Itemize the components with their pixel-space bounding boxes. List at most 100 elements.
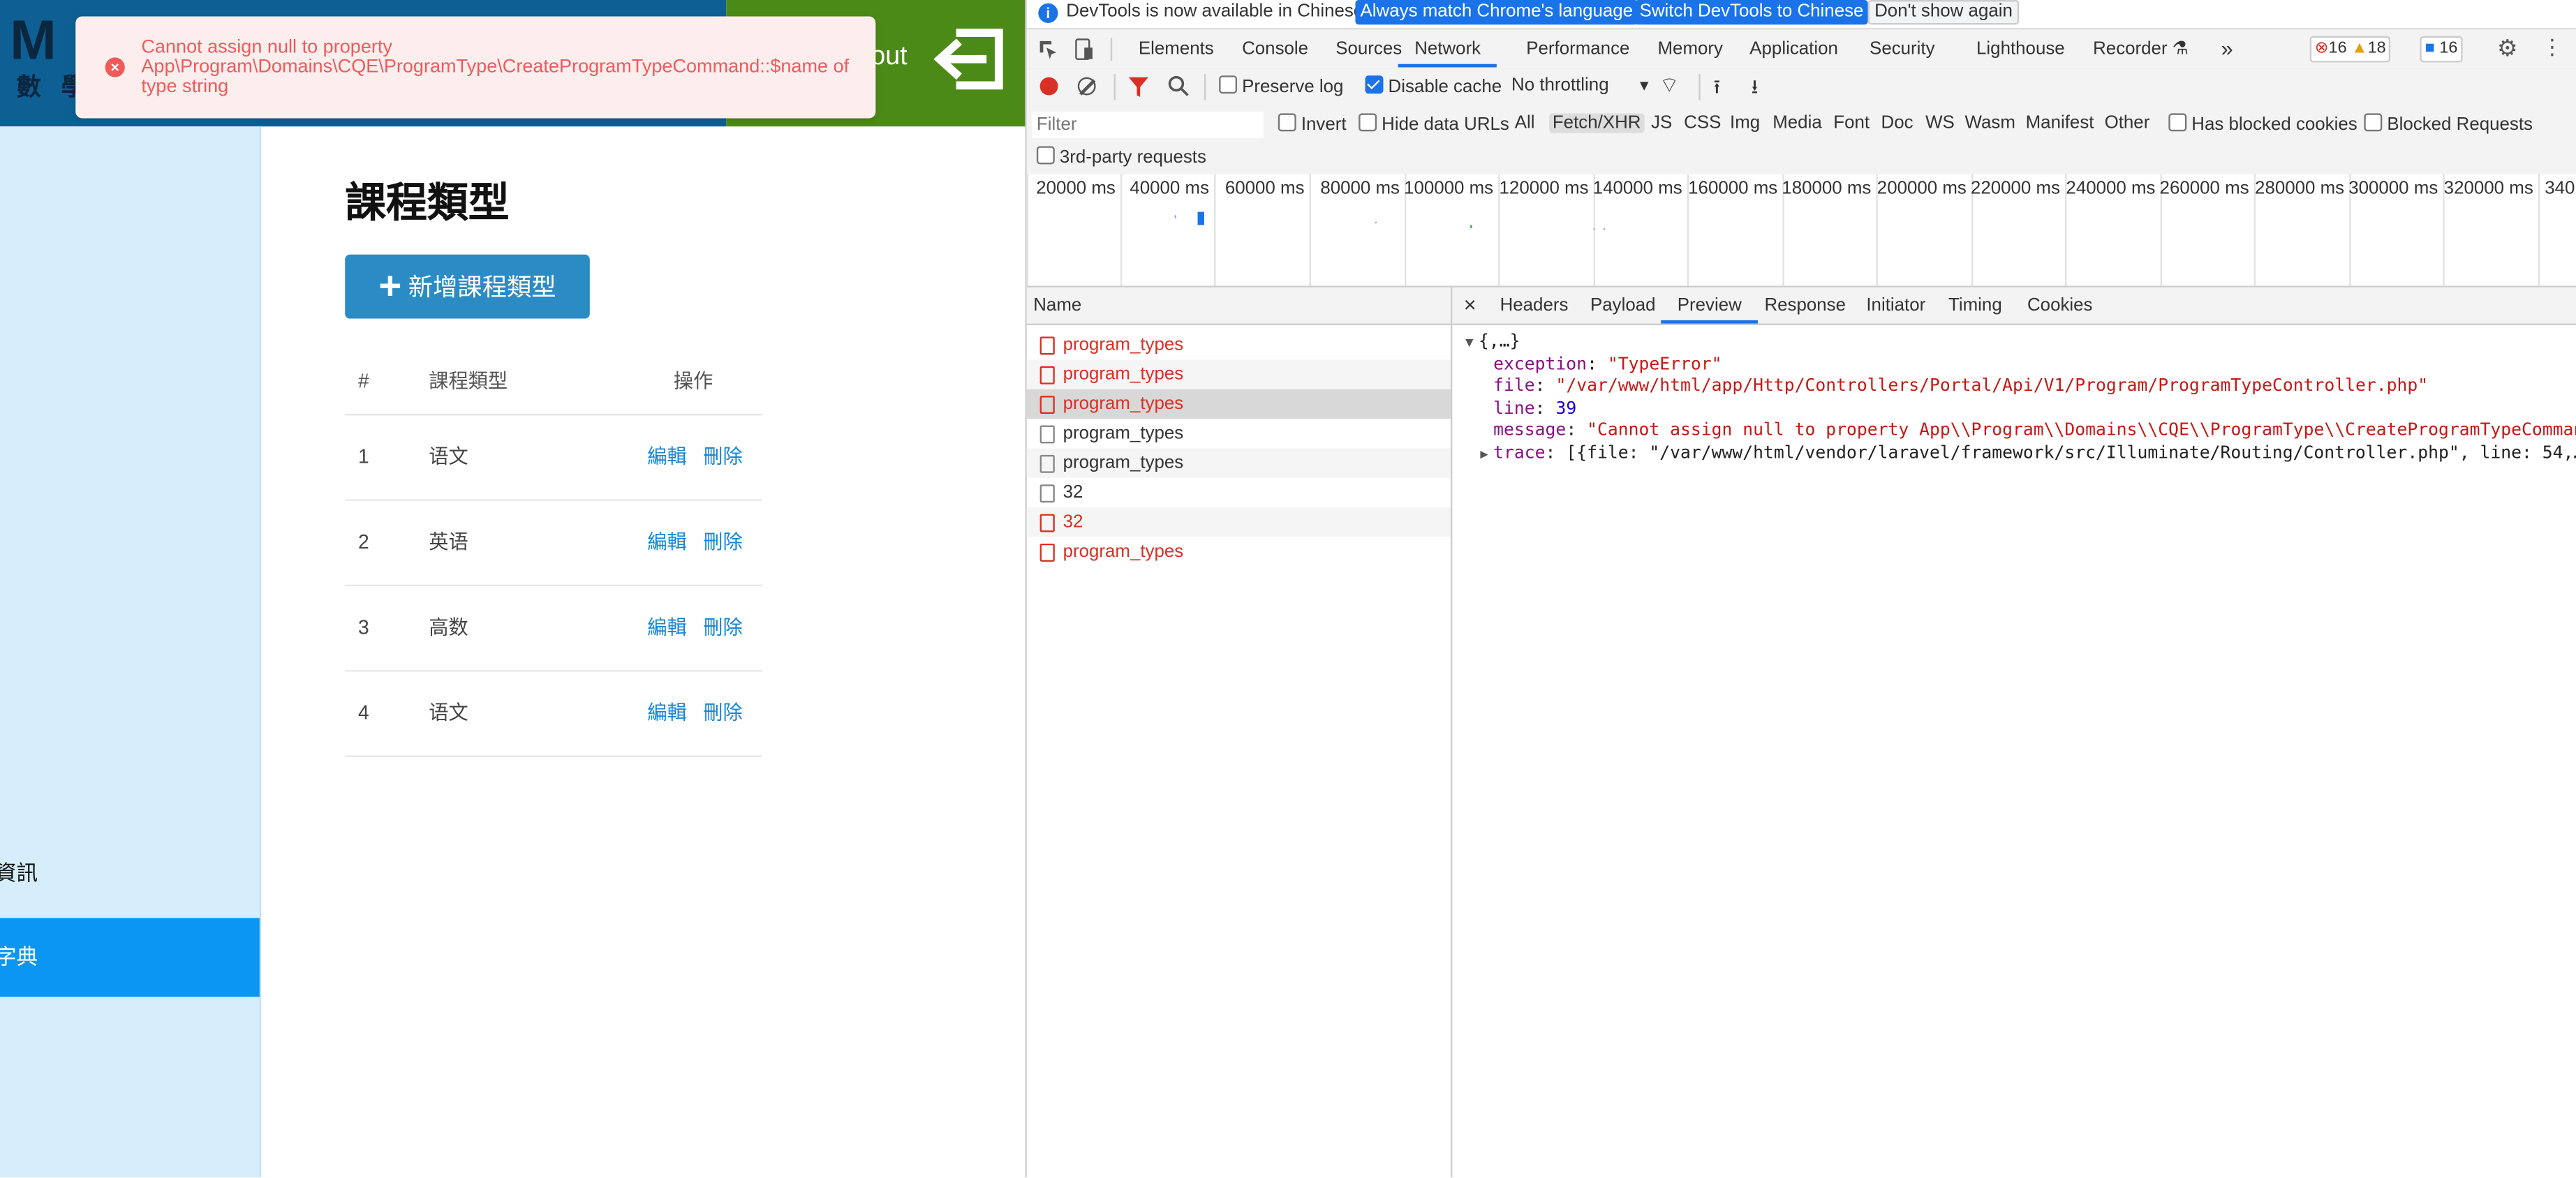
request-row[interactable]: program_types (1027, 330, 1451, 359)
tab-application[interactable]: Application (1749, 29, 1838, 67)
request-row[interactable]: 32 (1027, 478, 1451, 507)
delete-link[interactable]: 刪除 (703, 445, 743, 468)
clear-icon[interactable] (1077, 77, 1096, 96)
request-row[interactable]: program_types (1026, 389, 1451, 419)
filter-input[interactable] (1031, 112, 1264, 138)
type-filter-wasm[interactable]: Wasm (1965, 113, 2015, 133)
detail-tab-timing[interactable]: Timing (1948, 288, 2002, 324)
timeline-tick: 20000 ms (1026, 174, 1122, 286)
delete-link[interactable]: 刪除 (703, 530, 743, 553)
device-toolbar-icon[interactable] (1074, 38, 1094, 61)
sidebar-item-label: 字典 (0, 944, 38, 969)
inspect-element-icon[interactable] (1038, 39, 1058, 59)
tab-lighthouse[interactable]: Lighthouse (1976, 29, 2065, 67)
sidebar-item-label: 資訊 (0, 860, 38, 886)
type-filter-all[interactable]: All (1515, 113, 1535, 133)
sidebar-item-dictionary[interactable]: 字典 (0, 918, 260, 997)
table-header: # 課程類型 操作 (345, 348, 762, 416)
filter-icon[interactable] (1128, 77, 1148, 97)
header-ops: 操作 (673, 369, 713, 393)
type-filter-js[interactable]: JS (1651, 113, 1672, 133)
tab-recorder-label: Recorder (2093, 39, 2168, 59)
request-row[interactable]: 32 (1026, 507, 1451, 537)
request-row[interactable]: program_types (1026, 448, 1451, 478)
detail-tab-payload[interactable]: Payload (1590, 288, 1656, 324)
message-icon: ■ (2425, 39, 2435, 58)
tab-elements[interactable]: Elements (1139, 29, 1214, 67)
request-row[interactable]: program_types (1027, 537, 1451, 567)
add-program-type-button[interactable]: + 新增課程類型 (345, 254, 590, 319)
tab-memory[interactable]: Memory (1657, 29, 1723, 67)
tab-security[interactable]: Security (1870, 29, 1935, 67)
error-count-badge[interactable]: ⊗16 ▲18 (2309, 36, 2391, 63)
type-filter-manifest[interactable]: Manifest (2026, 113, 2094, 133)
detail-tab-headers[interactable]: Headers (1500, 288, 1569, 324)
search-icon[interactable] (1168, 75, 1190, 97)
kebab-menu-icon[interactable]: ⋮ (2542, 34, 2563, 61)
row-num: 2 (358, 530, 369, 554)
message-count-badge[interactable]: ■ 16 (2420, 36, 2463, 63)
header-num: # (358, 369, 369, 393)
table-row: 2 英语 編輯 刪除 (345, 501, 762, 587)
edit-link[interactable]: 編輯 (647, 616, 687, 639)
tab-network[interactable]: Network (1398, 29, 1497, 68)
type-filter-media[interactable]: Media (1772, 113, 1822, 133)
network-conditions-icon[interactable]: ⌔ (1659, 73, 1680, 99)
type-filter-doc[interactable]: Doc (1881, 113, 1914, 133)
edit-link[interactable]: 編輯 (647, 701, 687, 724)
type-filter-ws[interactable]: WS (1925, 113, 1955, 133)
edit-link[interactable]: 編輯 (647, 530, 687, 553)
preserve-log-checkbox[interactable]: Preserve log (1219, 75, 1343, 97)
delete-link[interactable]: 刪除 (703, 701, 743, 724)
throttling-select[interactable]: No throttling ▼ (1511, 75, 1652, 95)
always-match-language-button[interactable]: Always match Chrome's language (1355, 0, 1638, 25)
logout-label[interactable]: out (871, 43, 907, 72)
export-har-icon[interactable]: ⭳ (1752, 73, 1759, 107)
third-party-requests-checkbox[interactable]: 3rd-party requests (1036, 146, 1206, 167)
json-line-message: message: "Cannot assign null to property… (1493, 421, 2576, 441)
timeline-request-mark (1197, 211, 1204, 225)
switch-to-chinese-button[interactable]: Switch DevTools to Chinese (1634, 0, 1869, 25)
tab-sources[interactable]: Sources (1335, 29, 1402, 67)
type-filter-font[interactable]: Font (1833, 113, 1870, 133)
has-blocked-cookies-checkbox[interactable]: Has blocked cookies (2168, 113, 2357, 135)
timeline-tick: 40000 ms (1120, 174, 1215, 286)
request-row[interactable]: program_types (1026, 359, 1451, 389)
sidebar: 資訊 字典 (0, 126, 262, 1178)
dont-show-again-button[interactable]: Don't show again (1867, 0, 2020, 25)
network-timeline[interactable]: 20000 ms 40000 ms 60000 ms 80000 ms 1000… (1026, 174, 2576, 288)
more-tabs-icon[interactable]: » (2221, 29, 2233, 67)
type-filter-other[interactable]: Other (2105, 113, 2150, 133)
detail-tab-initiator[interactable]: Initiator (1866, 288, 1925, 324)
tab-console[interactable]: Console (1242, 29, 1308, 67)
file-icon (1039, 454, 1055, 473)
json-line-file: file: "/var/www/html/app/Http/Controller… (1493, 376, 2429, 396)
tab-recorder[interactable]: Recorder ⚗ (2093, 29, 2189, 67)
edit-link[interactable]: 編輯 (647, 445, 687, 468)
timeline-tick: 180000 ms (1782, 174, 1877, 286)
hide-data-urls-checkbox[interactable]: Hide data URLs (1359, 113, 1509, 135)
detail-tab-preview[interactable]: Preview (1661, 288, 1759, 324)
name-column-header[interactable]: Name (1026, 287, 1451, 325)
request-row[interactable]: program_types (1027, 419, 1451, 448)
json-line-trace[interactable]: ▶ trace: [{file: "/var/www/html/vendor/la… (1465, 443, 2576, 465)
blocked-requests-checkbox[interactable]: Blocked Requests (2364, 113, 2533, 135)
settings-gear-icon[interactable]: ⚙ (2497, 34, 2518, 62)
type-filter-fetch-xhr[interactable]: Fetch/XHR (1549, 113, 1645, 133)
type-filter-css[interactable]: CSS (1684, 113, 1721, 133)
language-infobar: i DevTools is now available in Chinese! … (1026, 0, 2576, 30)
json-root[interactable]: ▼ {,…} (1465, 331, 2576, 354)
type-filter-img[interactable]: Img (1730, 113, 1760, 133)
sidebar-item-info[interactable]: 資訊 (0, 856, 260, 888)
detail-tab-cookies[interactable]: Cookies (2027, 288, 2093, 324)
logout-icon[interactable] (933, 27, 1006, 92)
import-har-icon[interactable]: ⭱ (1713, 73, 1720, 107)
invert-checkbox[interactable]: Invert (1278, 113, 1347, 135)
tab-performance[interactable]: Performance (1526, 29, 1629, 67)
close-icon[interactable]: × (1464, 288, 1476, 324)
detail-tab-response[interactable]: Response (1764, 288, 1846, 324)
delete-link[interactable]: 刪除 (703, 616, 743, 639)
error-toast: × Cannot assign null to property App\Pro… (75, 16, 876, 119)
disable-cache-checkbox[interactable]: Disable cache (1365, 75, 1502, 97)
record-icon[interactable] (1039, 77, 1058, 96)
